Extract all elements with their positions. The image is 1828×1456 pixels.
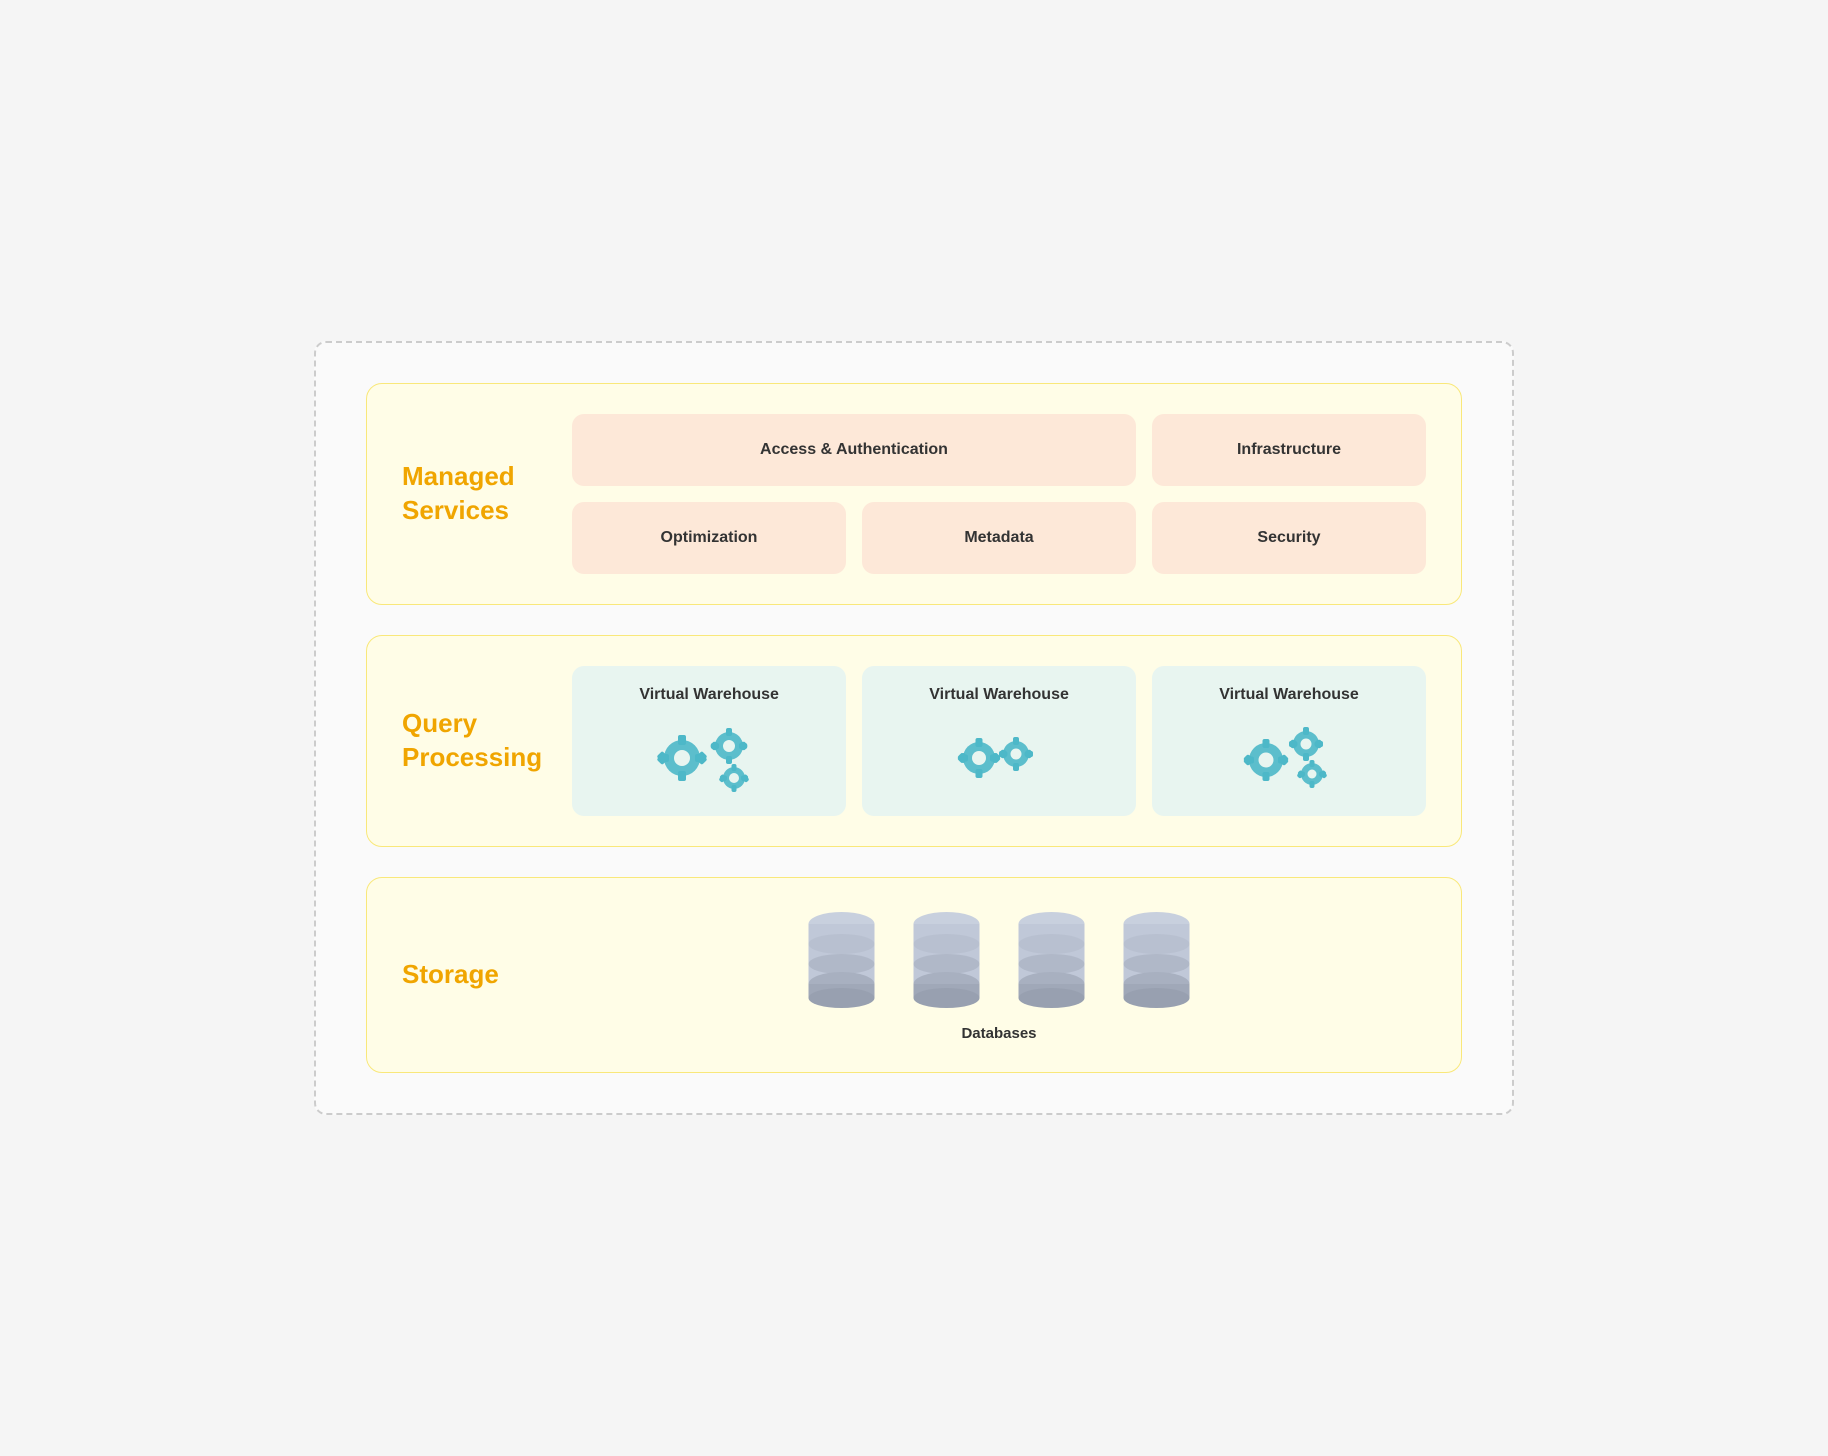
infrastructure-card: Infrastructure bbox=[1152, 414, 1426, 486]
security-card: Security bbox=[1152, 502, 1426, 574]
storage-section: Storage bbox=[366, 877, 1462, 1073]
database-icon-2 bbox=[909, 908, 984, 1013]
gears-icon-1 bbox=[654, 716, 764, 796]
db-icons-row bbox=[804, 908, 1194, 1013]
databases-label: Databases bbox=[961, 1025, 1036, 1042]
gears-icon-2 bbox=[944, 716, 1054, 796]
warehouse-card-1: Virtual Warehouse bbox=[572, 666, 846, 816]
managed-services-label: Managed Services bbox=[402, 460, 542, 528]
database-icon-3 bbox=[1014, 908, 1089, 1013]
query-processing-label: Query Processing bbox=[402, 707, 542, 775]
main-diagram: Managed Services Access & Authentication… bbox=[314, 341, 1514, 1115]
optimization-card: Optimization bbox=[572, 502, 846, 574]
storage-label: Storage bbox=[402, 958, 542, 992]
databases-container: Databases bbox=[572, 908, 1426, 1042]
warehouse-card-3: Virtual Warehouse bbox=[1152, 666, 1426, 816]
warehouse-cards: Virtual Warehouse bbox=[572, 666, 1426, 816]
managed-services-cards: Access & Authentication Infrastructure O… bbox=[572, 414, 1426, 574]
query-processing-section: Query Processing Virtual Warehouse bbox=[366, 635, 1462, 847]
gears-icon-3 bbox=[1234, 716, 1344, 796]
managed-services-section: Managed Services Access & Authentication… bbox=[366, 383, 1462, 605]
access-auth-card: Access & Authentication bbox=[572, 414, 1136, 486]
database-icon-1 bbox=[804, 908, 879, 1013]
database-icon-4 bbox=[1119, 908, 1194, 1013]
warehouse-card-2: Virtual Warehouse bbox=[862, 666, 1136, 816]
metadata-card: Metadata bbox=[862, 502, 1136, 574]
